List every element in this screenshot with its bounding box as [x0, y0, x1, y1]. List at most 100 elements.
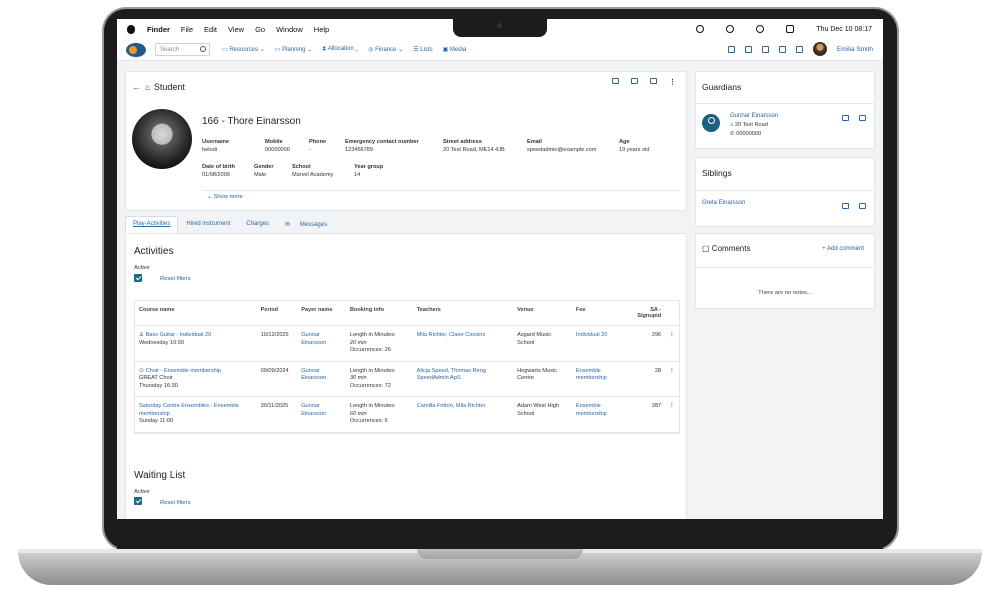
spotlight-icon[interactable] — [726, 25, 735, 33]
apple-icon[interactable] — [127, 24, 135, 34]
menubar-edit[interactable]: Edit — [204, 25, 217, 34]
nav-planning[interactable]: ▭ Planning ⌄ — [275, 46, 312, 53]
user-switch-icon[interactable] — [756, 25, 765, 33]
teachers-link[interactable]: Alicja Speed, Thomas Reng SpeedAdmin ApS — [412, 361, 514, 398]
guardian-address: ⌂ 20 Test Road — [730, 122, 768, 128]
field-school: School Marvel Academy — [292, 164, 354, 178]
course-link[interactable]: Saturday Centre Ensembles - Ensemble mem… — [139, 403, 239, 417]
col-payer-name[interactable]: Payer name — [297, 301, 346, 326]
menubar-go[interactable]: Go — [255, 25, 265, 34]
menubar-view[interactable]: View — [228, 25, 244, 34]
mail-icon[interactable] — [612, 78, 619, 84]
activities-title: Activities — [134, 246, 174, 257]
col-period[interactable]: Period — [256, 301, 298, 326]
app-logo[interactable] — [126, 42, 146, 57]
sibling-mail-icon[interactable] — [859, 203, 866, 209]
guardian-mail-icon[interactable] — [859, 115, 866, 121]
col-course-name[interactable]: Course name — [135, 301, 257, 326]
nav-allocation[interactable]: ⧗ Allocation ⌄ — [322, 46, 358, 53]
fee-link[interactable]: Ensemble membership — [571, 361, 625, 398]
user-name[interactable]: Emilia Smith — [837, 46, 873, 53]
home-icon: ⌂ — [730, 122, 734, 128]
col-venue[interactable]: Venue — [513, 301, 572, 326]
field-age: Age 19 years old — [619, 139, 669, 153]
student-name: 166 - Thore Einarsson — [202, 116, 301, 127]
menubar-help[interactable]: Help — [314, 25, 329, 34]
student-heading: Student — [153, 82, 185, 92]
field-value: Marvel Academy — [292, 172, 334, 178]
payer-link[interactable]: Gunnar Einarsson — [297, 325, 346, 362]
field-value: 00000000 — [265, 147, 290, 153]
laptop-opening-groove — [417, 549, 583, 559]
search-input[interactable]: Search — [155, 43, 210, 56]
course-link[interactable]: Bass Guitar - Individual 20 — [146, 332, 212, 338]
period-cell: 10/12/2025 — [256, 325, 298, 362]
menubar-window[interactable]: Window — [276, 25, 303, 34]
signupid-cell: 287 — [624, 396, 666, 433]
field-label: Age — [619, 139, 630, 145]
sibling-name[interactable]: Greta Einarsson — [702, 200, 745, 206]
venue-cell: Asgard Music School — [513, 325, 572, 362]
table-row[interactable]: Saturday Centre Ensembles - Ensemble mem… — [135, 396, 679, 433]
payer-link[interactable]: Gunnar Einarsson — [297, 361, 346, 398]
row-menu-icon[interactable]: ⋮ — [665, 396, 679, 433]
home-icon[interactable] — [727, 45, 735, 53]
field-label: School — [292, 164, 311, 170]
nav-finance[interactable]: ◎ Finance ⌄ — [368, 46, 403, 53]
tab-messages[interactable]: ✉ Messages — [277, 216, 343, 233]
table-row[interactable]: ♙ Bass Guitar - Individual 20 Wednesday 1… — [135, 325, 679, 362]
search-icon[interactable] — [200, 46, 206, 52]
menubar-clock[interactable]: Thu Dec 10 08:17 — [816, 26, 872, 33]
activities-reset-filters[interactable]: Reset filters — [160, 276, 191, 282]
search-placeholder: Search — [160, 47, 180, 53]
col-fee[interactable]: Fee — [571, 301, 625, 326]
notifications-icon[interactable] — [744, 45, 752, 53]
field-email: Email speedadmin@example.com — [527, 139, 619, 153]
field-street-address: Street address 20 Test Road, ME14 4JB — [443, 139, 527, 153]
course-sub: Sunday 11:00 — [139, 418, 174, 425]
fee-link[interactable]: Individual 20 — [571, 325, 625, 362]
col-teachers[interactable]: Teachers — [412, 301, 514, 326]
inbox-icon[interactable] — [761, 45, 769, 53]
more-icon[interactable]: ⋮ — [669, 78, 676, 86]
row-menu-icon[interactable]: ⋮ — [665, 325, 679, 362]
wifi-icon[interactable] — [696, 25, 705, 33]
teachers-link[interactable]: Camilla Fritton, Mila Richter — [412, 396, 514, 433]
col-booking-info[interactable]: Booking info — [345, 301, 413, 326]
tab-play-activities[interactable]: Play-Activities — [125, 216, 179, 233]
booking-cell: Length in Minutes: 20 min Occurrences: 26 — [345, 325, 413, 362]
nav-lists[interactable]: ☰ Lists — [413, 46, 432, 53]
course-link[interactable]: Choir - Ensemble membership — [146, 368, 222, 374]
back-arrow-icon[interactable]: ← — [132, 82, 141, 92]
menubar-file[interactable]: File — [181, 25, 193, 34]
edit-icon[interactable] — [650, 78, 657, 84]
nav-media[interactable]: ▣ Media — [443, 46, 467, 53]
active-checkbox[interactable] — [134, 274, 142, 282]
control-center-icon[interactable] — [786, 25, 795, 33]
sibling-contact-icon[interactable] — [842, 203, 849, 209]
activities-panel: Activities Active Reset filters Course n… — [125, 233, 687, 519]
row-menu-icon[interactable]: ⋮ — [665, 361, 679, 398]
teachers-link[interactable]: Mila Richter, Claire Cossins — [412, 325, 514, 362]
menubar-app[interactable]: Finder — [147, 25, 170, 34]
add-comment-button[interactable]: + Add comment — [822, 246, 864, 252]
col-signupid[interactable]: SA - Signupid — [624, 301, 666, 326]
calendar-icon[interactable] — [778, 45, 786, 53]
comments-title: ▢ Comments — [702, 244, 751, 253]
tab-hired-instrument[interactable]: Hired instrument — [178, 216, 238, 233]
guardian-contact-icon[interactable] — [842, 115, 849, 121]
guardian-name[interactable]: Gunnar Einarsson — [730, 113, 778, 119]
field-phone: Phone - — [309, 139, 345, 153]
show-more-link[interactable]: ⌄ Show more — [207, 194, 243, 200]
nav-resources[interactable]: ▭ Resources ⌄ — [222, 46, 265, 53]
tab-charges[interactable]: Charges — [238, 216, 277, 233]
user-avatar[interactable] — [812, 42, 827, 56]
waiting-reset-filters[interactable]: Reset filters — [160, 500, 191, 506]
fee-link[interactable]: Ensemble membership — [571, 396, 625, 433]
payer-link[interactable]: Gunnar Einarsson — [297, 396, 346, 433]
settings-icon[interactable] — [795, 45, 803, 53]
siblings-card: Siblings Greta Einarsson — [695, 157, 875, 227]
waiting-active-checkbox[interactable] — [134, 497, 142, 505]
add-person-icon[interactable] — [631, 78, 638, 84]
table-row[interactable]: ⚇ Choir - Ensemble membership GREAT Choir… — [135, 361, 679, 398]
